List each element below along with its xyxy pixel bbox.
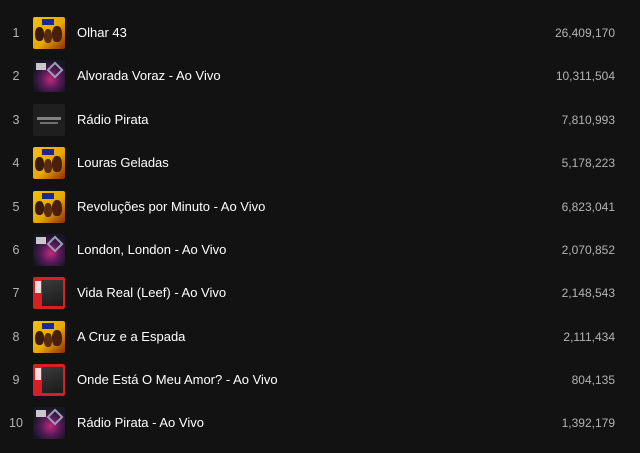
album-cover-icon xyxy=(33,233,65,266)
album-cover-icon xyxy=(33,16,65,49)
track-number: 1 xyxy=(12,25,20,40)
track-number: 8 xyxy=(12,329,20,344)
play-count: 7,810,993 xyxy=(561,112,615,127)
track-row-5[interactable]: 5 Revoluções por Minuto - Ao Vivo 6,823,… xyxy=(0,185,640,228)
track-row-10[interactable]: 10 Rádio Pirata - Ao Vivo 1,392,179 xyxy=(0,401,640,444)
album-cover-icon xyxy=(33,363,65,396)
track-number: 4 xyxy=(12,155,20,170)
track-title[interactable]: Alvorada Voraz - Ao Vivo xyxy=(77,68,520,83)
popular-tracks-list: 1 Olhar 43 26,409,170 2 Alvorada Voraz -… xyxy=(0,0,640,453)
track-number: 9 xyxy=(12,372,20,387)
track-title[interactable]: Onde Está O Meu Amor? - Ao Vivo xyxy=(77,372,520,387)
track-row-3[interactable]: 3 Rádio Pirata 7,810,993 xyxy=(0,98,640,141)
play-count: 804,135 xyxy=(571,372,615,387)
track-title[interactable]: Revoluções por Minuto - Ao Vivo xyxy=(77,199,520,214)
track-row-7[interactable]: 7 Vida Real (Leef) - Ao Vivo 2,148,543 xyxy=(0,271,640,314)
album-cover-icon xyxy=(33,406,65,439)
track-title[interactable]: Louras Geladas xyxy=(77,155,520,170)
album-cover-icon xyxy=(33,103,65,136)
track-number: 7 xyxy=(12,285,20,300)
track-row-4[interactable]: 4 Louras Geladas 5,178,223 xyxy=(0,141,640,184)
track-row-2[interactable]: 2 Alvorada Voraz - Ao Vivo 10,311,504 xyxy=(0,54,640,97)
track-title[interactable]: A Cruz e a Espada xyxy=(77,329,520,344)
play-count: 6,823,041 xyxy=(561,199,615,214)
track-number: 2 xyxy=(12,68,20,83)
track-title[interactable]: Olhar 43 xyxy=(77,25,520,40)
track-number: 3 xyxy=(12,112,20,127)
track-title[interactable]: Vida Real (Leef) - Ao Vivo xyxy=(77,285,520,300)
track-title[interactable]: Rádio Pirata xyxy=(77,112,520,127)
track-number: 6 xyxy=(12,242,20,257)
track-number: 10 xyxy=(9,415,23,430)
play-count: 10,311,504 xyxy=(555,68,615,83)
play-count: 26,409,170 xyxy=(554,25,615,40)
play-count: 2,148,543 xyxy=(561,285,615,300)
track-row-8[interactable]: 8 A Cruz e a Espada 2,111,434 xyxy=(0,315,640,358)
track-title[interactable]: London, London - Ao Vivo xyxy=(77,242,520,257)
play-count: 2,111,434 xyxy=(563,329,615,344)
track-row-9[interactable]: 9 Onde Está O Meu Amor? - Ao Vivo 804,13… xyxy=(0,358,640,401)
play-count: 5,178,223 xyxy=(561,155,615,170)
track-title[interactable]: Rádio Pirata - Ao Vivo xyxy=(77,415,520,430)
album-cover-icon xyxy=(33,190,65,223)
album-cover-icon xyxy=(33,146,65,179)
track-row-1[interactable]: 1 Olhar 43 26,409,170 xyxy=(0,11,640,54)
album-cover-icon xyxy=(33,276,65,309)
album-cover-icon xyxy=(33,59,65,92)
play-count: 2,070,852 xyxy=(561,242,615,257)
track-row-6[interactable]: 6 London, London - Ao Vivo 2,070,852 xyxy=(0,228,640,271)
play-count: 1,392,179 xyxy=(561,415,615,430)
album-cover-icon xyxy=(33,320,65,353)
track-number: 5 xyxy=(12,199,20,214)
